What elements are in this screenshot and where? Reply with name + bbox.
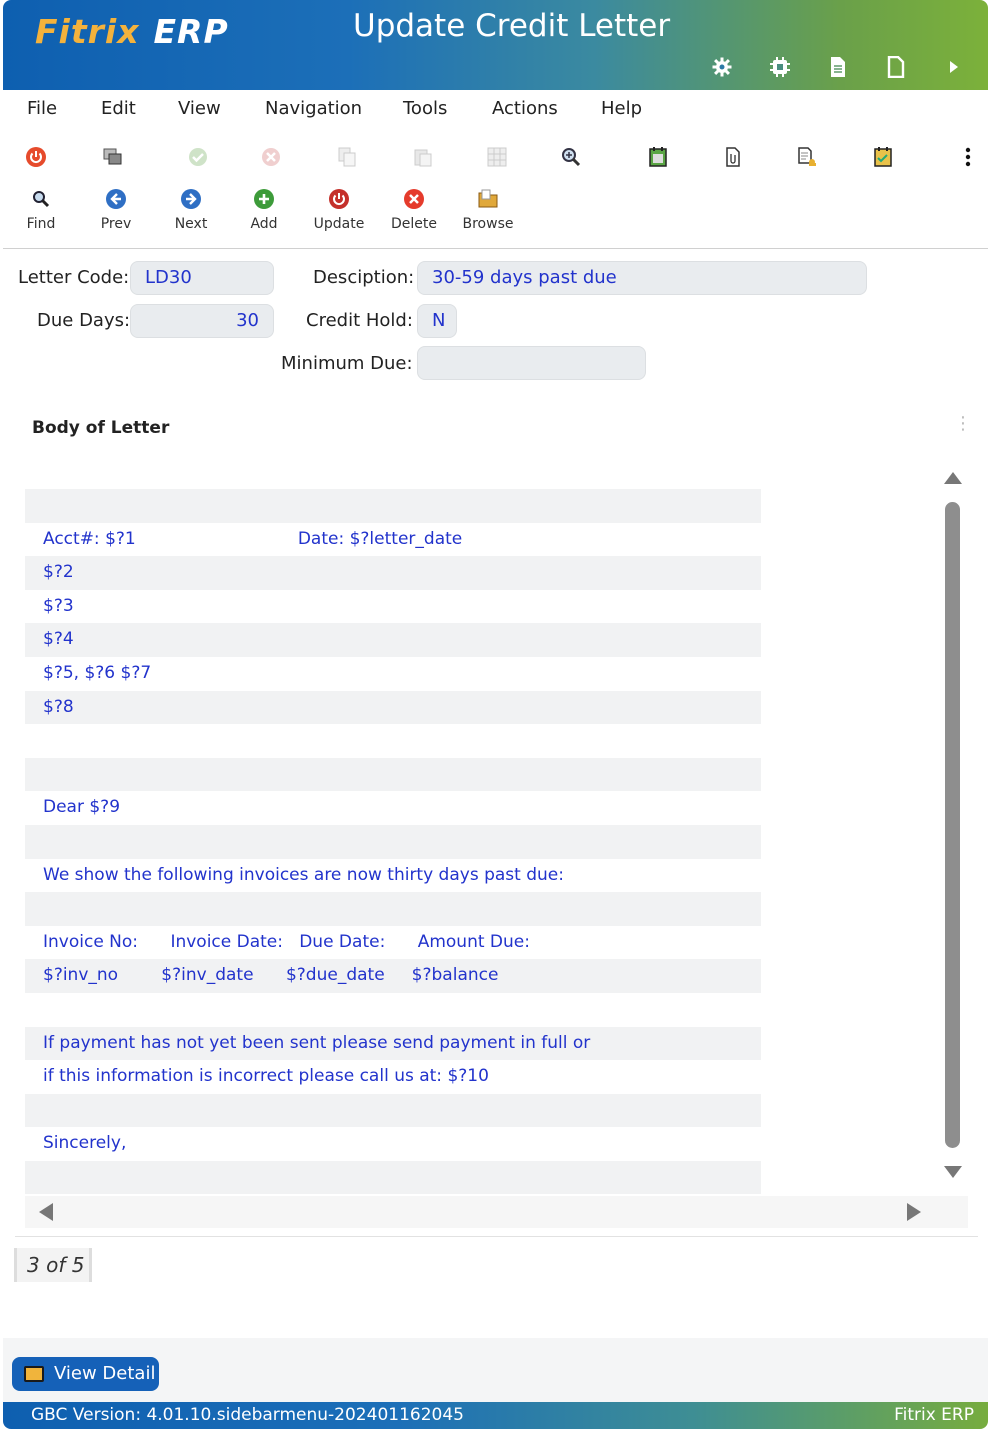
panel-menu-icon[interactable]: ⋮ [954,414,972,432]
accept-icon[interactable] [187,146,209,168]
next-button[interactable]: Next [156,188,226,232]
grid-icon[interactable] [486,146,508,168]
app-logo: Fitrix ERP [35,12,229,51]
action-toolbar: Find Prev Next Add Update Delete Browse [0,186,988,246]
letter-line[interactable] [25,993,761,1027]
scroll-up-icon[interactable] [944,472,962,484]
copy-icon[interactable] [336,146,358,168]
letter-body-title: Body of Letter [32,418,170,438]
browse-button[interactable]: Browse [453,188,523,232]
letter-line[interactable]: $?4 [25,623,761,657]
credit-hold-field[interactable]: N [417,304,457,338]
toolbar-icons [0,140,988,176]
menu-view[interactable]: View [178,98,221,119]
letter-body-table[interactable]: Acct#: $?1 Date: $?letter_date $?2 $?3 $?4 $… [25,489,761,1195]
scroll-down-icon[interactable] [944,1166,962,1178]
panel-border [15,1236,978,1237]
window-title: Update Credit Letter [353,8,671,44]
scroll-right-icon[interactable] [907,1203,921,1221]
gbc-version: GBC Version: 4.01.10.sidebarmenu-2024011… [31,1405,464,1425]
letter-line[interactable]: $?5, $?6 $?7 [25,657,761,691]
note-key-icon[interactable] [796,146,818,168]
search-icon [33,191,50,208]
paste-icon[interactable] [412,146,434,168]
letter-line[interactable]: Invoice No: Invoice Date: Due Date: Amou… [25,926,761,960]
chip-icon[interactable] [766,56,794,80]
description-field[interactable]: 30-59 days past due [417,261,867,295]
description-label: Desciption: [313,267,415,288]
menu-file[interactable]: File [27,98,57,119]
calendar-icon[interactable] [647,146,669,168]
app-header: Fitrix ERP Update Credit Letter [3,0,988,90]
more-vertical-icon[interactable] [957,146,979,168]
letter-line[interactable]: $?2 [25,556,761,590]
find-button[interactable]: Find [6,188,76,232]
menu-help[interactable]: Help [601,98,642,119]
scroll-left-icon[interactable] [39,1203,53,1221]
power-icon[interactable] [25,146,47,168]
prev-button[interactable]: Prev [81,188,151,232]
document-icon[interactable] [824,56,852,80]
vertical-scrollbar[interactable] [940,462,966,1192]
letter-line[interactable]: $?8 [25,690,761,725]
delete-button[interactable]: Delete [379,188,449,232]
cancel-icon[interactable] [260,146,282,168]
vertical-scroll-thumb[interactable] [945,502,960,1148]
update-button[interactable]: Update [304,188,374,232]
letter-line[interactable] [25,489,761,523]
due-days-field[interactable]: 30 [130,304,274,338]
letter-line[interactable] [25,724,761,758]
letter-code-field[interactable]: LD30 [130,261,274,295]
menu-bar: File Edit View Navigation Tools Actions … [3,90,988,130]
gear-icon[interactable] [708,56,736,80]
horizontal-scrollbar[interactable] [25,1196,968,1228]
blank-page-icon[interactable] [882,55,910,80]
plus-icon [254,189,274,209]
letter-line[interactable] [25,757,761,792]
detail-icon [24,1366,44,1382]
menu-edit[interactable]: Edit [101,98,136,119]
play-icon[interactable] [940,56,968,80]
letter-line[interactable]: Acct#: $?1 Date: $?letter_date [25,523,761,557]
add-button[interactable]: Add [229,188,299,232]
letter-line[interactable] [25,1093,761,1128]
letter-line[interactable] [25,892,761,926]
letter-line[interactable] [25,824,761,859]
status-brand: Fitrix ERP [894,1405,974,1425]
menu-actions[interactable]: Actions [492,98,558,119]
letter-line[interactable]: $?inv_no $?inv_date $?due_date $?balance [25,959,761,993]
due-days-label: Due Days: [37,310,131,331]
letter-line[interactable]: if this information is incorrect please … [25,1060,761,1094]
letter-line[interactable]: If payment has not yet been sent please … [25,1026,761,1061]
delete-x-icon [404,189,424,209]
minimum-due-label: Minimum Due: [281,353,413,374]
letter-line[interactable]: Dear $?9 [25,791,761,825]
letter-line[interactable]: Sincerely, [25,1127,761,1161]
letter-code-label: Letter Code: [18,267,130,288]
letter-line[interactable]: $?3 [25,590,761,624]
calendar-check-icon[interactable] [872,146,894,168]
status-bar: GBC Version: 4.01.10.sidebarmenu-2024011… [3,1402,988,1429]
folder-icon [478,189,498,208]
menu-tools[interactable]: Tools [403,98,447,119]
zoom-icon[interactable] [560,146,582,168]
update-power-icon [329,189,349,209]
letter-line[interactable] [25,1160,761,1195]
attachment-icon[interactable] [722,146,744,168]
view-detail-button[interactable]: View Detail [12,1357,159,1391]
minimum-due-field[interactable] [417,346,646,380]
letter-line[interactable]: We show the following invoices are now t… [25,859,761,893]
copy-windows-icon[interactable] [102,146,124,168]
arrow-left-icon [106,189,126,209]
record-counter: 3 of 5 [14,1248,92,1282]
credit-hold-label: Credit Hold: [306,310,413,331]
menu-navigation[interactable]: Navigation [265,98,362,119]
toolbar-divider [3,248,988,249]
arrow-right-icon [181,189,201,209]
